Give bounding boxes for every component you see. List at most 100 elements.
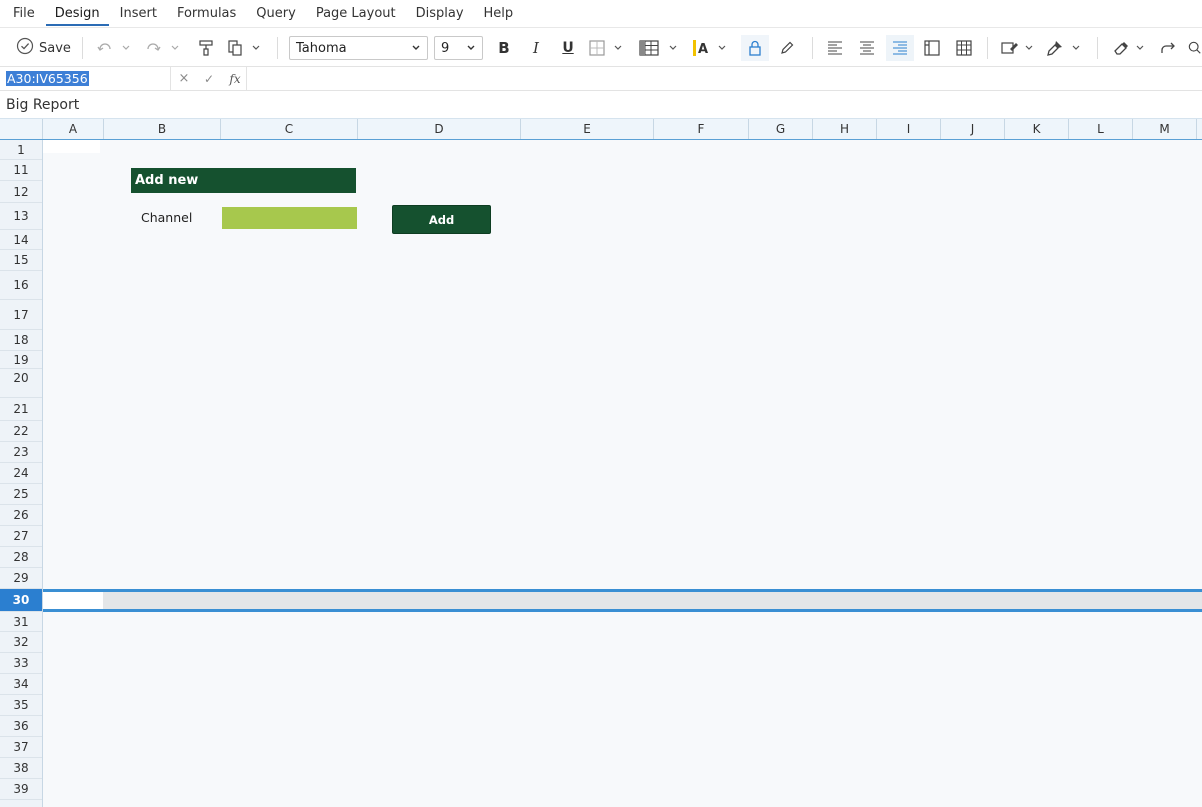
column-header-l[interactable]: L (1069, 119, 1133, 139)
align-center-icon[interactable] (858, 35, 876, 61)
table-grid-icon[interactable] (638, 35, 660, 61)
table-grid-dropdown-icon[interactable] (668, 35, 678, 61)
undo-dropdown-icon[interactable] (121, 35, 131, 61)
row-header[interactable]: 39 (0, 779, 42, 800)
active-cell[interactable] (43, 592, 103, 609)
table-icon[interactable] (955, 35, 973, 61)
fill-color-icon[interactable] (1000, 35, 1020, 61)
lock-icon[interactable] (741, 35, 769, 61)
row-header[interactable]: 15 (0, 250, 42, 271)
row-header[interactable]: 16 (0, 271, 42, 300)
redo-arrow-icon[interactable] (1159, 35, 1177, 61)
cell-a1[interactable] (43, 140, 100, 153)
brush-dropdown-icon[interactable] (1071, 35, 1081, 61)
row-header[interactable]: 25 (0, 484, 42, 505)
underline-icon[interactable]: U (559, 35, 577, 61)
sheet-grid[interactable]: Add new Channel Add (43, 140, 1202, 807)
column-header-d[interactable]: D (358, 119, 521, 139)
name-box[interactable]: A30:IV65356 (0, 67, 171, 90)
row-header[interactable]: 31 (0, 612, 42, 632)
row-header[interactable]: 38 (0, 758, 42, 779)
row-header[interactable]: 34 (0, 674, 42, 695)
column-header-f[interactable]: F (654, 119, 749, 139)
menu-display[interactable]: Display (406, 0, 474, 27)
menu-design[interactable]: Design (45, 0, 110, 27)
selected-row-range[interactable] (43, 589, 1202, 612)
row-headers: 1 11 12 13 14 15 16 17 18 19 20 21 22 23… (0, 140, 43, 807)
row-header[interactable]: 14 (0, 230, 42, 250)
font-size-select[interactable]: 9 (434, 36, 483, 60)
chevron-down-icon (412, 45, 420, 50)
confirm-icon[interactable]: ✓ (202, 67, 216, 90)
row-header[interactable]: 28 (0, 547, 42, 568)
row-header[interactable]: 1 (0, 140, 42, 160)
row-header[interactable]: 19 (0, 351, 42, 369)
row-header[interactable]: 18 (0, 330, 42, 351)
paste-dropdown-icon[interactable] (251, 35, 261, 61)
channel-input[interactable] (222, 207, 357, 229)
row-header[interactable]: 35 (0, 695, 42, 716)
freeze-panes-icon[interactable] (923, 35, 941, 61)
row-header[interactable]: 33 (0, 653, 42, 674)
font-family-select[interactable]: Tahoma (289, 36, 428, 60)
row-header[interactable]: 20 (0, 369, 42, 398)
align-right-icon[interactable] (886, 35, 914, 61)
add-button[interactable]: Add (392, 205, 491, 234)
row-header[interactable]: 21 (0, 398, 42, 421)
row-header[interactable]: 23 (0, 442, 42, 463)
font-color-dropdown-icon[interactable] (717, 35, 727, 61)
column-header-j[interactable]: J (941, 119, 1005, 139)
row-header[interactable]: 24 (0, 463, 42, 484)
font-color-icon[interactable]: A (691, 35, 711, 61)
borders-icon[interactable] (588, 35, 606, 61)
menu-page-layout[interactable]: Page Layout (306, 0, 406, 27)
row-header-selected[interactable]: 30 (0, 589, 42, 612)
function-icon[interactable]: fx (227, 67, 243, 90)
row-header[interactable]: 32 (0, 632, 42, 653)
formula-input[interactable] (246, 67, 1202, 90)
column-header-m[interactable]: M (1133, 119, 1197, 139)
borders-dropdown-icon[interactable] (613, 35, 623, 61)
menu-bar: File Design Insert Formulas Query Page L… (0, 0, 1202, 27)
redo-dropdown-icon[interactable] (170, 35, 180, 61)
column-header-c[interactable]: C (221, 119, 358, 139)
pencil-icon[interactable] (778, 35, 796, 61)
column-header-g[interactable]: G (749, 119, 813, 139)
bold-icon[interactable]: B (495, 35, 513, 61)
redo-icon[interactable] (144, 35, 162, 61)
eraser-dropdown-icon[interactable] (1135, 35, 1145, 61)
undo-icon[interactable] (96, 35, 114, 61)
row-header[interactable]: 29 (0, 568, 42, 589)
row-header[interactable]: 36 (0, 716, 42, 737)
row-header[interactable]: 27 (0, 526, 42, 547)
row-header[interactable]: 26 (0, 505, 42, 526)
row-header[interactable]: 11 (0, 160, 42, 181)
column-header-h[interactable]: H (813, 119, 877, 139)
column-header-i[interactable]: I (877, 119, 941, 139)
menu-help[interactable]: Help (474, 0, 524, 27)
row-header[interactable]: 37 (0, 737, 42, 758)
cancel-icon[interactable]: × (177, 67, 191, 90)
row-header[interactable]: 22 (0, 421, 42, 442)
row-header[interactable]: 17 (0, 300, 42, 330)
column-header-e[interactable]: E (521, 119, 654, 139)
align-left-icon[interactable] (826, 35, 844, 61)
paste-icon[interactable] (226, 35, 244, 61)
menu-file[interactable]: File (3, 0, 45, 27)
menu-insert[interactable]: Insert (110, 0, 167, 27)
format-painter-icon[interactable] (198, 35, 214, 61)
menu-query[interactable]: Query (246, 0, 306, 27)
select-all-corner[interactable] (0, 119, 43, 139)
menu-formulas[interactable]: Formulas (167, 0, 246, 27)
fill-color-dropdown-icon[interactable] (1024, 35, 1034, 61)
brush-icon[interactable] (1045, 35, 1065, 61)
column-header-k[interactable]: K (1005, 119, 1069, 139)
search-icon[interactable] (1188, 35, 1202, 61)
column-header-a[interactable]: A (43, 119, 104, 139)
eraser-icon[interactable] (1112, 35, 1130, 61)
row-header[interactable]: 13 (0, 203, 42, 230)
column-header-b[interactable]: B (104, 119, 221, 139)
italic-icon[interactable]: I (527, 35, 545, 61)
save-button[interactable]: Save (16, 35, 71, 61)
row-header[interactable]: 12 (0, 181, 42, 203)
